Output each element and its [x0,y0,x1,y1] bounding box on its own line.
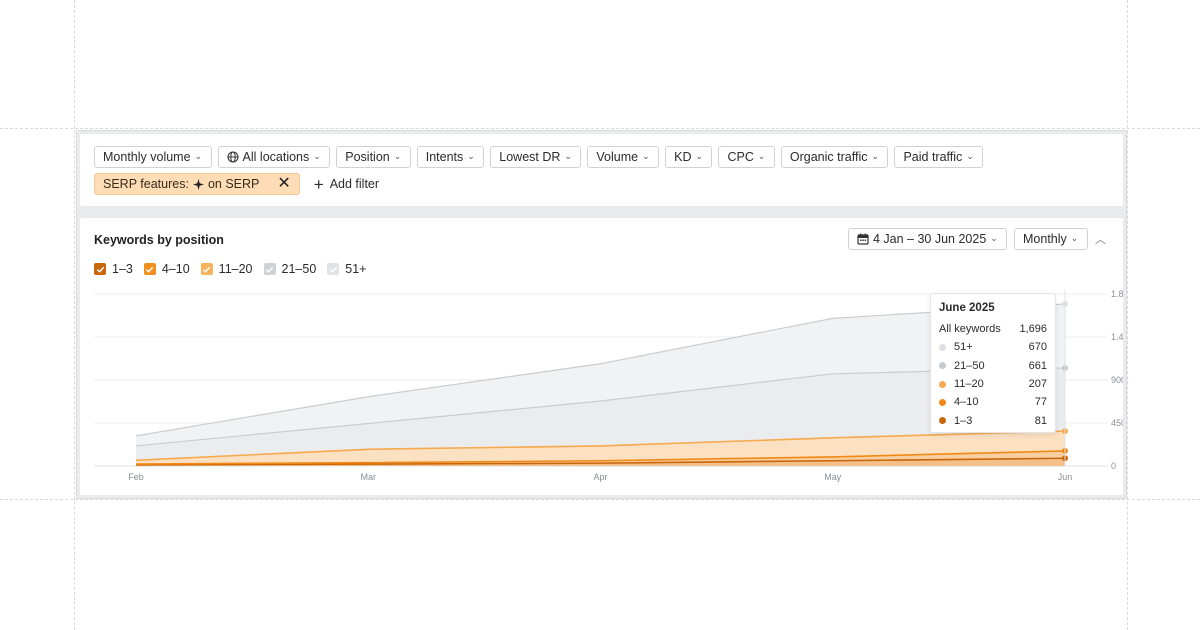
tooltip-total-row: All keywords 1,696 [939,320,1047,338]
guide-line-left [74,0,75,630]
chevron-down-icon: ⌄ [467,150,475,161]
filter-chip-label: Intents [425,150,464,164]
chevron-down-icon: ⌄ [757,150,766,161]
add-filter-button[interactable]: + Add filter [310,176,379,193]
filter-row-secondary: SERP features: on SERP ✕ + Add filter [94,173,379,195]
series-dot [939,380,946,388]
filter-chip[interactable]: Paid traffic ⌄ [894,146,984,168]
tooltip-row: 1–3 81 [939,411,1047,429]
y-tick-label: 450 [1111,418,1123,428]
y-tick-label: 900 [1111,375,1123,385]
filter-chip[interactable]: Lowest DR ⌄ [490,146,582,168]
filter-chip[interactable]: Monthly volume ⌄ [94,146,212,168]
series-dot [939,417,946,425]
sparkle-icon [192,178,204,190]
filter-chip-label: Position [345,150,390,164]
tooltip-row: 11–20 207 [939,375,1047,393]
tooltip-row: 21–50 661 [939,357,1047,375]
report-frame: Monthly volume ⌄ All locations ⌄ Position ⌄ In… [76,130,1127,499]
chevron-down-icon: ⌄ [642,150,650,161]
chevron-down-icon: ⌄ [393,150,402,161]
series-dot [939,398,946,406]
guide-line-bottom [0,499,1200,500]
chevron-down-icon: ⌄ [695,150,704,161]
filter-bar: Monthly volume ⌄ All locations ⌄ Position ⌄ In… [80,134,1123,206]
filter-chip-label: Organic traffic [789,150,868,164]
serp-filter-suffix: on SERP [207,177,260,191]
add-filter-label: Add filter [329,177,380,191]
guide-line-right [1127,0,1128,630]
filter-chip[interactable]: All locations ⌄ [217,146,331,168]
series-dot [939,343,946,351]
chevron-down-icon: ⌄ [564,150,572,161]
guide-line-top [0,128,1200,129]
tooltip-row-label: 11–20 [954,378,984,391]
plus-icon: + [313,174,324,194]
serp-filter-prefix: SERP features: [103,177,189,191]
tooltip-row-label: 1–3 [954,414,973,427]
x-tick-label: Jun [1058,472,1073,482]
serp-features-filter-chip[interactable]: SERP features: on SERP ✕ [94,173,300,195]
filter-chip-label: Monthly volume [103,150,191,164]
x-tick-label: May [824,472,842,482]
keywords-by-position-panel: Keywords by position 4 Jan – 30 Jun 2025… [80,218,1123,495]
globe-icon [226,151,239,163]
x-tick-label: Mar [361,472,377,482]
tooltip-row-label: 21–50 [954,359,985,372]
filter-chip-label: Lowest DR [499,150,561,164]
tooltip-total-value: 1,696 [1019,323,1047,336]
chevron-down-icon: ⌄ [966,150,974,161]
filter-chip-label: CPC [727,150,754,164]
tooltip-total-label: All keywords [939,323,1001,336]
close-icon[interactable]: ✕ [277,176,290,192]
tooltip-row-value: 661 [1028,359,1047,372]
tooltip-row-label: 4–10 [954,396,979,409]
tooltip-title: June 2025 [939,302,995,314]
filter-chip[interactable]: Volume ⌄ [587,146,660,168]
chevron-down-icon: ⌄ [194,150,203,161]
tooltip-row-value: 77 [1034,396,1047,409]
y-tick-label: 1.8K [1111,289,1123,299]
filter-chip-label: Volume [596,150,639,164]
tooltip-row: 51+ 670 [939,338,1047,356]
tooltip-row: 4–10 77 [939,393,1047,411]
x-tick-label: Apr [593,472,607,482]
chevron-down-icon: ⌄ [313,150,321,161]
tooltip-row-label: 51+ [954,341,973,354]
filter-chip[interactable]: CPC ⌄ [718,146,775,168]
tooltip-row-value: 81 [1034,414,1047,427]
chart-tooltip: June 2025 All keywords 1,696 51+ 670 21–50… [930,293,1056,433]
filter-chip[interactable]: KD ⌄ [665,146,713,168]
filter-chip-row: Monthly volume ⌄ All locations ⌄ Position ⌄ In… [94,146,984,168]
filter-chip-label: All locations [242,150,310,164]
y-tick-label: 1.4K [1111,332,1123,342]
tooltip-row-value: 207 [1028,378,1047,391]
chevron-down-icon: ⌄ [871,150,880,161]
y-tick-label: 0 [1111,461,1116,471]
filter-chip-label: Paid traffic [903,150,963,164]
tooltip-rows: 51+ 670 21–50 661 11–20 207 4–10 77 1–3 81 [939,338,1047,429]
filter-chip[interactable]: Intents ⌄ [416,146,485,168]
tooltip-row-value: 670 [1028,341,1047,354]
filter-chip[interactable]: Position ⌄ [336,146,411,168]
series-dot [939,362,946,370]
x-tick-label: Feb [128,472,144,482]
filter-chip[interactable]: Organic traffic ⌄ [780,146,889,168]
filter-chip-label: KD [674,150,692,164]
